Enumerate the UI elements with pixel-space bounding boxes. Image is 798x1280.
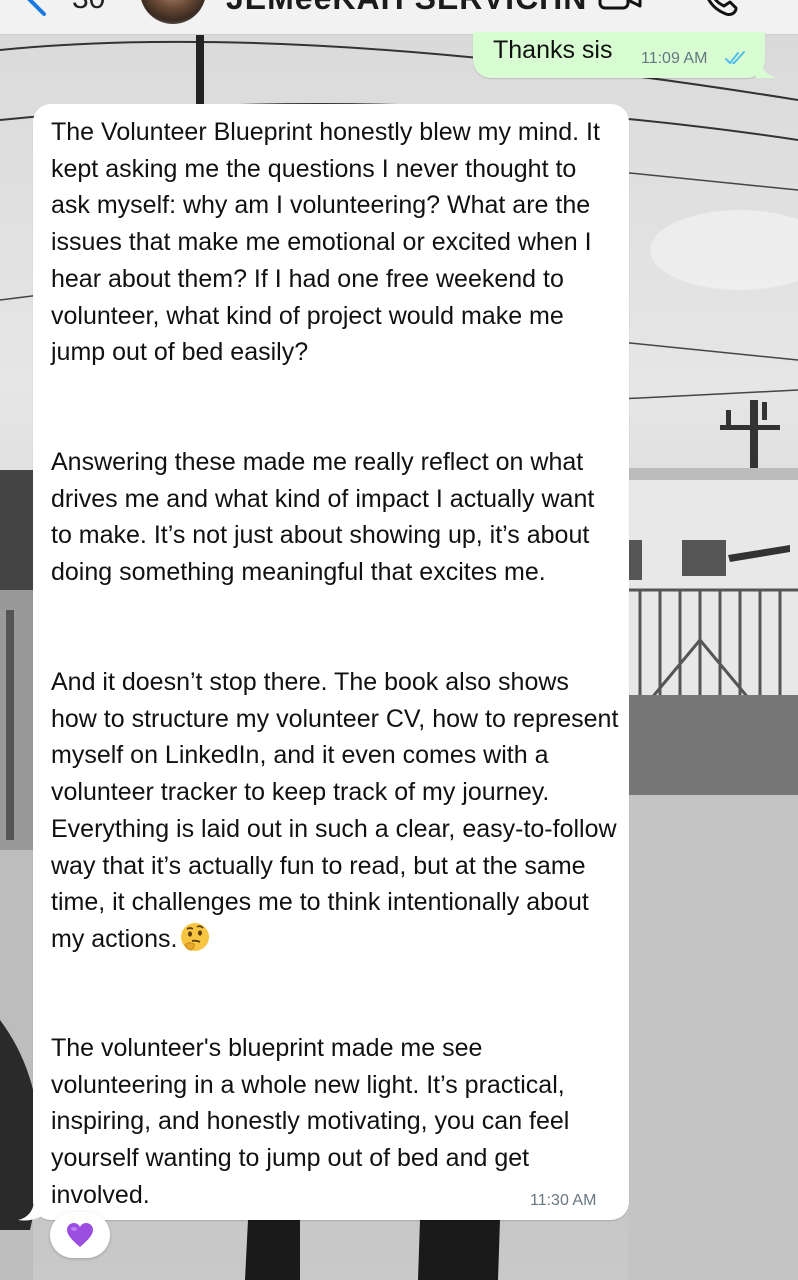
bubble-tail xyxy=(756,62,778,78)
thinking-face-emoji-icon xyxy=(181,922,210,951)
message-reaction[interactable] xyxy=(50,1212,110,1258)
contact-name[interactable]: JEMeeKAH SERVICHN xyxy=(226,0,587,17)
message-paragraph: And it doesn’t stop there. The book also… xyxy=(51,664,619,958)
message-text: Thanks sis xyxy=(493,36,613,64)
bubble-tail xyxy=(18,1200,48,1221)
double-check-read-icon xyxy=(725,51,745,65)
back-chevron-icon[interactable] xyxy=(18,0,58,18)
incoming-message[interactable]: The Volunteer Blueprint honestly blew my… xyxy=(33,104,629,1220)
message-paragraph: Answering these made me really reflect o… xyxy=(51,448,595,587)
phone-call-icon[interactable] xyxy=(700,0,740,18)
purple-heart-emoji-icon xyxy=(67,1223,93,1247)
message-time: 11:30 AM xyxy=(530,1192,597,1209)
message-paragraph-text: And it doesn’t stop there. The book also… xyxy=(51,668,619,953)
message-paragraph: The volunteer's blueprint made me see vo… xyxy=(51,1034,570,1209)
contact-avatar[interactable] xyxy=(140,0,206,24)
unread-count[interactable]: 30 xyxy=(72,0,105,16)
outgoing-message[interactable]: Thanks sis 11:09 AM xyxy=(473,32,765,78)
chat-header: 30 JEMeeKAH SERVICHN xyxy=(0,0,798,35)
video-call-icon[interactable] xyxy=(598,0,642,14)
message-paragraph: The Volunteer Blueprint honestly blew my… xyxy=(51,118,600,367)
message-time: 11:09 AM xyxy=(641,50,708,67)
